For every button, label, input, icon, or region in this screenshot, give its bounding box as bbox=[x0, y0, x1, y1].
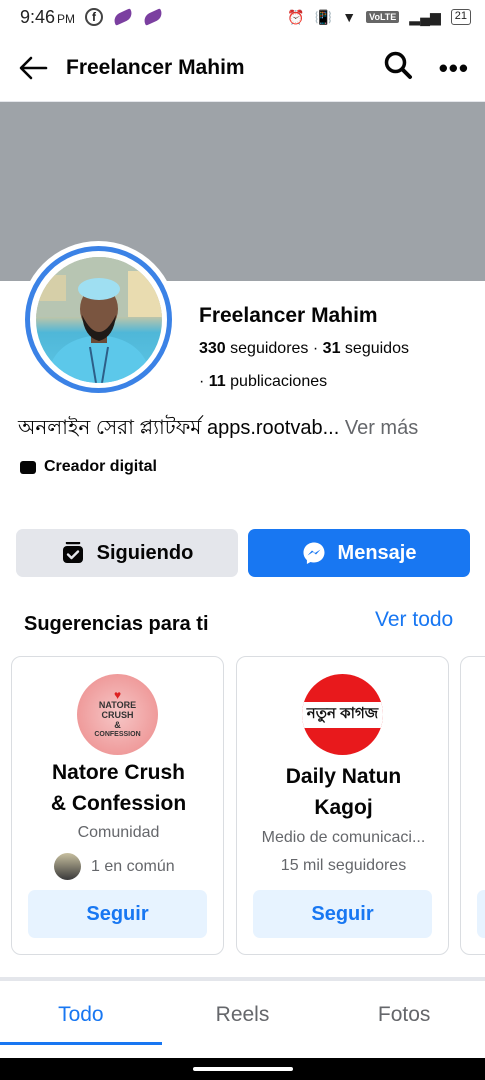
alarm-icon: ⏰ bbox=[287, 8, 305, 25]
eggplant-emoji-icon bbox=[111, 8, 135, 26]
posts-label: publicaciones bbox=[230, 373, 328, 390]
battery-icon: 21 bbox=[450, 9, 471, 25]
message-label: Mensaje bbox=[337, 541, 417, 564]
volte-badge: VoLTE bbox=[366, 11, 400, 23]
suggestions-title: Sugerencias para ti bbox=[24, 613, 209, 635]
profile-category: Creador digital bbox=[20, 458, 157, 476]
follow-button-partial[interactable] bbox=[477, 890, 485, 938]
see-all-link[interactable]: Ver todo bbox=[375, 608, 453, 632]
suggestion-name[interactable]: & Confession bbox=[20, 788, 217, 819]
search-button[interactable] bbox=[383, 50, 413, 85]
suggestion-name[interactable]: Natore Crush bbox=[20, 757, 217, 788]
suggestion-subtitle: Comunidad bbox=[77, 824, 160, 841]
follow-stats: 330 seguidores · 31 seguidos bbox=[199, 340, 409, 358]
followers-label[interactable]: seguidores bbox=[230, 340, 308, 357]
app-header: Freelancer Mahim ••• bbox=[0, 34, 485, 102]
stats-separator: · bbox=[199, 373, 205, 390]
signal-icon: ▂▄▆ bbox=[409, 8, 441, 25]
system-nav-bar bbox=[0, 1058, 485, 1080]
followers-count[interactable]: 330 bbox=[199, 340, 226, 357]
bio-text: অনলাইন সেরা প্ল্যাটফর্ম apps.rootvab... bbox=[18, 417, 340, 439]
following-label: Siguiendo bbox=[96, 541, 194, 564]
status-bar: 9:46 PM f ⏰ 📳 ▼ VoLTE ▂▄▆ 21 bbox=[0, 0, 485, 34]
mutual-friends: 1 en común bbox=[54, 853, 175, 880]
mutual-avatar bbox=[54, 853, 81, 880]
briefcase-icon bbox=[20, 460, 36, 474]
suggestion-name[interactable]: Daily Natun bbox=[245, 761, 442, 792]
profile-name: Freelancer Mahim bbox=[199, 304, 378, 327]
eggplant-emoji-icon bbox=[141, 8, 165, 26]
back-button[interactable] bbox=[16, 51, 50, 85]
see-more-link[interactable]: Ver más bbox=[345, 417, 418, 439]
wifi-icon: ▼ bbox=[342, 9, 357, 25]
posts-stats: · 11 publicaciones bbox=[199, 373, 327, 391]
suggestion-followers: 15 mil seguidores bbox=[280, 857, 407, 874]
profile-bio: অনলাইন সেরা প্ল্যাটফর্ম apps.rootvab... … bbox=[18, 413, 418, 446]
category-label: Creador digital bbox=[44, 458, 157, 475]
following-button[interactable]: Siguiendo bbox=[16, 529, 238, 577]
person-portrait-icon bbox=[35, 256, 162, 383]
logo-text: নতুন কাগজ bbox=[302, 701, 383, 728]
following-check-icon bbox=[62, 542, 83, 563]
tab-all[interactable]: Todo bbox=[0, 985, 162, 1045]
profile-tabs: Todo Reels Fotos bbox=[0, 985, 485, 1045]
stats-separator: · bbox=[312, 340, 319, 357]
follow-button[interactable]: Seguir bbox=[253, 890, 432, 938]
suggestion-subtitle: Medio de comunicaci... bbox=[261, 829, 426, 846]
more-options-button[interactable]: ••• bbox=[439, 55, 469, 81]
message-button[interactable]: Mensaje bbox=[248, 529, 470, 577]
posts-count: 11 bbox=[208, 373, 226, 390]
avatar-story-ring bbox=[25, 246, 172, 393]
vibrate-icon: 📳 bbox=[314, 8, 333, 25]
section-divider bbox=[0, 977, 485, 981]
status-time: 9:46 PM bbox=[20, 6, 76, 27]
arrow-left-icon bbox=[19, 56, 48, 79]
profile-avatar[interactable] bbox=[20, 241, 177, 398]
facebook-notification-icon: f bbox=[85, 8, 104, 26]
suggestion-name[interactable]: Kagoj bbox=[245, 792, 442, 823]
suggestion-card[interactable]: ♥ NATORE CRUSH & CONFESSION Natore Crush… bbox=[11, 656, 224, 955]
follow-button[interactable]: Seguir bbox=[28, 890, 207, 938]
following-label[interactable]: seguidos bbox=[345, 340, 409, 357]
search-icon bbox=[384, 51, 412, 79]
tab-photos[interactable]: Fotos bbox=[323, 985, 485, 1045]
messenger-icon bbox=[303, 542, 325, 564]
suggestion-card-partial[interactable] bbox=[460, 656, 485, 955]
tab-reels[interactable]: Reels bbox=[162, 985, 324, 1045]
following-count[interactable]: 31 bbox=[323, 340, 341, 357]
home-gesture-handle[interactable] bbox=[193, 1067, 293, 1071]
avatar-photo bbox=[35, 256, 162, 383]
mutual-label: 1 en común bbox=[91, 857, 175, 875]
suggestion-card[interactable]: নতুন কাগজ Daily Natun Kagoj Medio de com… bbox=[236, 656, 449, 955]
page-logo: ♥ NATORE CRUSH & CONFESSION bbox=[77, 674, 158, 755]
more-dots-icon: ••• bbox=[438, 52, 469, 83]
heart-icon: ♥ bbox=[113, 687, 122, 702]
page-title: Freelancer Mahim bbox=[66, 55, 245, 79]
page-logo: নতুন কাগজ bbox=[302, 674, 383, 755]
